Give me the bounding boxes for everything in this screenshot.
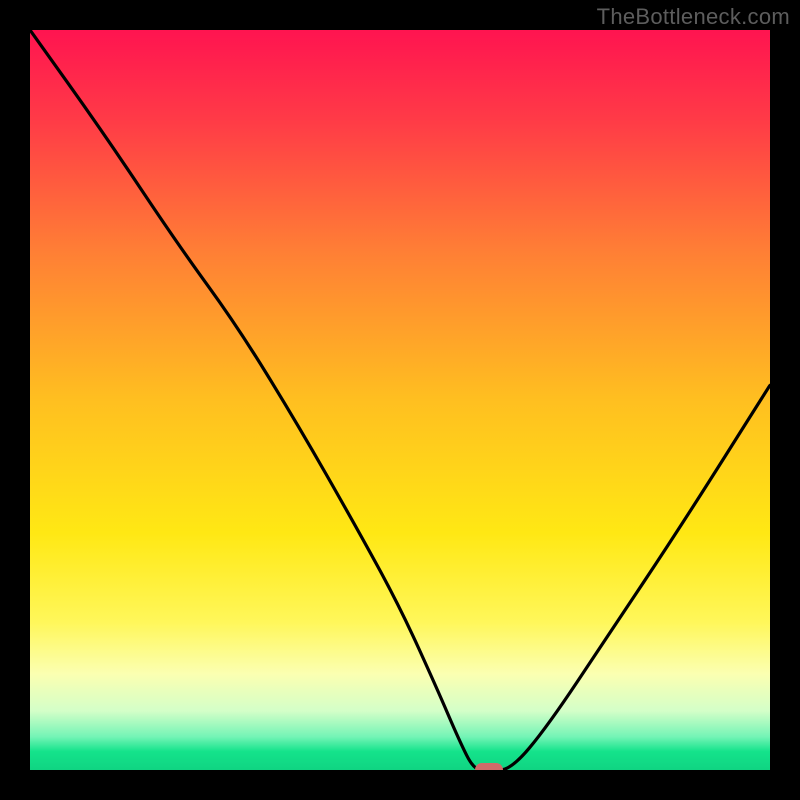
bottleneck-curve [30,30,770,770]
optimal-point-marker [475,763,503,770]
plot-area [30,30,770,770]
chart-frame: TheBottleneck.com [0,0,800,800]
watermark-text: TheBottleneck.com [597,4,790,30]
